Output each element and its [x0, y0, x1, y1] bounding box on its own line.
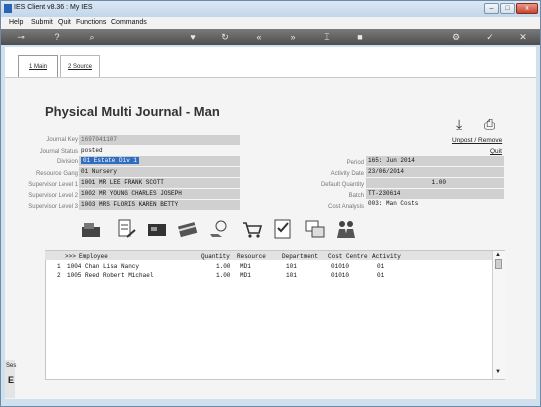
tab-source-label: 2 Source — [67, 64, 92, 70]
cell-quantity: 1.00 — [216, 272, 231, 279]
notes-chat-icon[interactable] — [304, 218, 326, 240]
col-header-quantity[interactable]: Quantity — [201, 252, 230, 261]
shopping-cart-icon[interactable] — [241, 218, 263, 240]
col-header-employee[interactable]: Employee — [79, 252, 108, 261]
tab-source[interactable]: 2 Source — [60, 55, 100, 77]
refresh-icon[interactable]: ↻ — [219, 31, 231, 43]
help-icon[interactable]: ? — [51, 31, 63, 43]
batch-field[interactable]: TT-230614 — [366, 189, 504, 199]
maximize-button[interactable]: □ — [500, 3, 515, 14]
back-icon[interactable]: « — [253, 31, 265, 43]
row-number: 2 — [57, 272, 61, 279]
activity-date-field[interactable]: 23/06/2014 — [366, 167, 504, 177]
close-button[interactable]: x — [516, 3, 538, 14]
menu-commands[interactable]: Commands — [111, 19, 147, 26]
menu-functions[interactable]: Functions — [76, 19, 106, 26]
tab-main[interactable]: 1 Main — [18, 55, 58, 77]
activity-date-label: Activity Date — [330, 171, 364, 177]
journal-key-field[interactable]: 1697041107 — [79, 135, 240, 145]
division-value: 01 Estate Div 1 — [81, 157, 140, 164]
side-text-2: E — [8, 375, 15, 385]
supervisor-level-2-label: Supervisor Level 2 — [28, 193, 78, 199]
col-header-cost-centre[interactable]: Cost Centre — [328, 252, 368, 261]
division-field[interactable]: 01 Estate Div 1 — [79, 156, 240, 166]
cursor-icon[interactable]: ⌶ — [321, 31, 333, 43]
cell-employee: 1005 Reed Robert Michael — [67, 272, 154, 279]
cancel-icon[interactable]: ✕ — [517, 31, 529, 43]
resource-gang-field[interactable]: 01 Nursery — [79, 167, 240, 177]
minimize-button[interactable]: – — [484, 3, 499, 14]
supervisor-level-3-field[interactable]: 1003 MRS FLORIS KAREN BETTY — [79, 200, 240, 210]
cell-cost-centre: 01010 — [331, 263, 350, 270]
supervisor-level-3-label: Supervisor Level 3 — [28, 204, 78, 210]
col-header-resource[interactable]: Resource — [237, 252, 266, 261]
ok-icon[interactable]: ✓ — [484, 31, 496, 43]
cell-department: 101 — [286, 263, 297, 270]
stop-icon[interactable]: ■ — [354, 31, 366, 43]
search-icon[interactable]: ⌕ — [86, 31, 98, 43]
scroll-down-icon[interactable]: ▼ — [495, 369, 501, 375]
side-text: Ses — [6, 363, 17, 369]
grid-header — [45, 251, 492, 260]
journal-status-label: Journal Status — [39, 149, 78, 155]
printer-icon[interactable]: ⎙ — [484, 116, 495, 133]
division-label: Division — [56, 159, 78, 165]
cell-cost-centre: 01010 — [331, 272, 350, 279]
cell-activity: 01 — [377, 272, 385, 279]
row-number: 1 — [57, 263, 61, 270]
document-edit-icon[interactable] — [115, 218, 137, 240]
tab-main-label: 1 Main — [28, 64, 47, 70]
col-header-activity[interactable]: Activity — [372, 252, 401, 261]
menu-help[interactable]: Help — [9, 19, 23, 26]
default-quantity-field[interactable]: 1.00 — [366, 178, 504, 188]
settings-icon[interactable]: ⚙ — [450, 31, 462, 43]
people-icon[interactable] — [335, 218, 357, 240]
grid-scrollbar[interactable]: ▲ ▼ — [492, 251, 505, 379]
payment-hand-icon[interactable] — [208, 218, 230, 240]
credit-card-icon[interactable] — [177, 218, 199, 240]
period-label: Period — [346, 160, 364, 166]
forward-icon[interactable]: » — [287, 31, 299, 43]
page-title: Physical Multi Journal - Man — [45, 104, 220, 119]
default-quantity-label: Default Quantity — [320, 182, 364, 188]
cell-resource: MD1 — [240, 263, 251, 270]
checklist-icon[interactable] — [272, 218, 294, 240]
unpost-remove-link[interactable]: Unpost / Remove — [452, 137, 502, 144]
col-header-marker[interactable]: >>> — [65, 252, 76, 261]
cell-resource: MD1 — [240, 272, 251, 279]
menu-submit[interactable]: Submit — [31, 19, 53, 26]
folder-tray-icon[interactable] — [80, 218, 102, 240]
scroll-up-icon[interactable]: ▲ — [495, 252, 501, 258]
status-bar — [1, 399, 540, 406]
quit-link[interactable]: Quit — [490, 148, 502, 155]
side-panel: Ses E — [5, 360, 17, 398]
cost-analysis-value: 003: Man Costs — [366, 199, 504, 209]
journal-status-value: posted — [79, 146, 240, 156]
supervisor-level-1-label: Supervisor Level 1 — [28, 182, 78, 188]
resource-gang-label: Resource Gang — [35, 171, 78, 177]
journal-key-label: Journal Key — [46, 137, 78, 143]
key-icon[interactable]: ⊸ — [12, 31, 30, 43]
cell-quantity: 1.00 — [216, 263, 231, 270]
heart-icon[interactable]: ♥ — [187, 31, 199, 43]
menu-quit[interactable]: Quit — [58, 19, 71, 26]
cell-department: 101 — [286, 272, 297, 279]
cards-icon[interactable] — [146, 218, 168, 240]
cost-analysis-label: Cost Analysis — [327, 204, 364, 210]
window-title: IES Client v8.36 : My IES — [14, 4, 93, 11]
supervisor-level-1-field[interactable]: 1001 MR LEE FRANK SCOTT — [79, 178, 240, 188]
cell-activity: 01 — [377, 263, 385, 270]
period-field[interactable]: 165: Jun 2014 — [366, 156, 504, 166]
col-header-department[interactable]: Department — [282, 252, 318, 261]
batch-label: Batch — [348, 193, 364, 199]
scroll-thumb[interactable] — [495, 259, 502, 269]
cell-employee: 1004 Chan Lisa Nancy — [67, 263, 140, 270]
app-icon — [4, 4, 12, 13]
supervisor-level-2-field[interactable]: 1002 MR YOUNG CHARLES JOSEPH — [79, 189, 240, 199]
unpost-icon[interactable]: ⤓ — [456, 116, 462, 133]
